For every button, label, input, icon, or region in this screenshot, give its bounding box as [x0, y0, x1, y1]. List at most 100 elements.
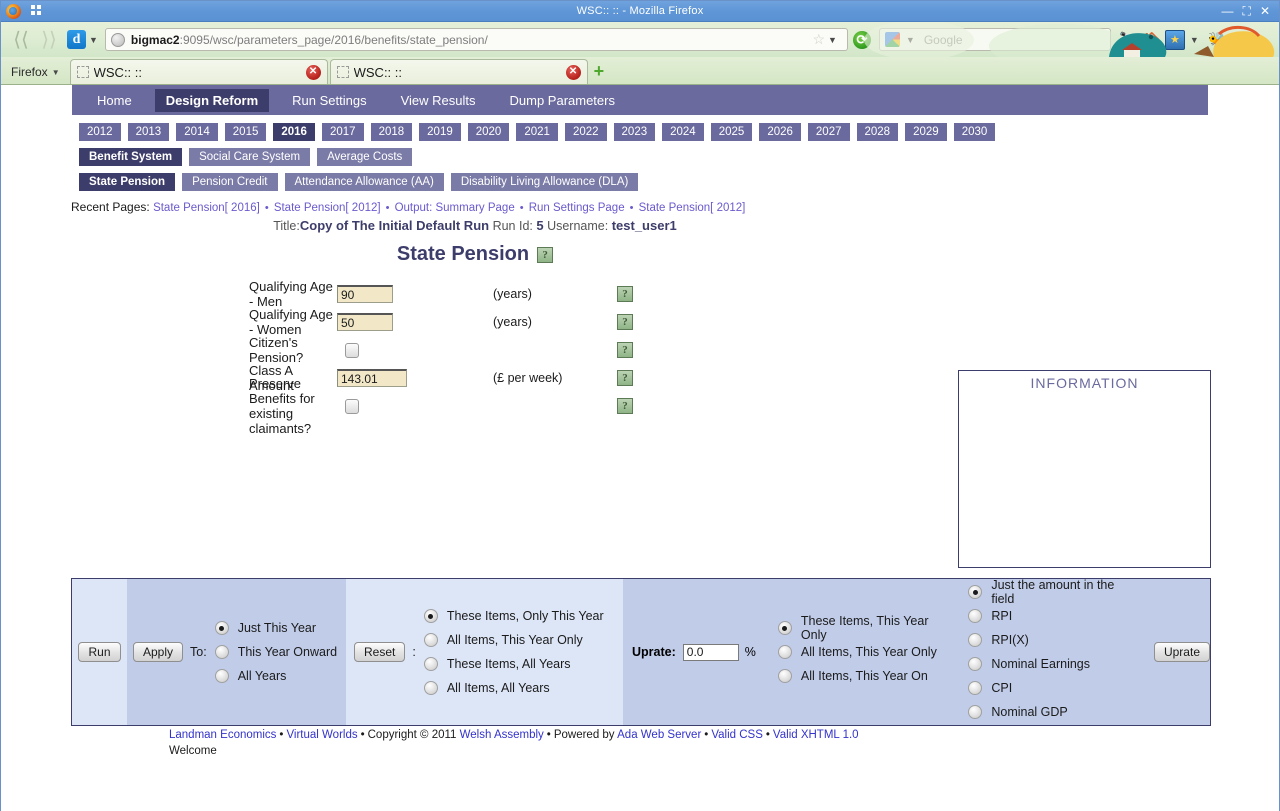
year-tab-2017[interactable]: 2017: [321, 123, 364, 141]
forward-arrow-icon[interactable]: ⟩⟩: [36, 27, 62, 52]
year-tab-2019[interactable]: 2019: [419, 123, 461, 141]
uprate-scope-option[interactable]: All Items, This Year On: [777, 664, 944, 688]
new-tab-button[interactable]: +: [594, 61, 605, 84]
radio-button[interactable]: [423, 609, 438, 623]
radio-button[interactable]: [423, 681, 438, 695]
system-tab-average-costs[interactable]: Average Costs: [317, 148, 413, 166]
url-bar[interactable]: bigmac2:9095/wsc/parameters_page/2016/be…: [104, 28, 848, 51]
radio-button[interactable]: [968, 585, 983, 599]
footer-link-welsh-assembly[interactable]: Welsh Assembly: [460, 729, 544, 741]
year-tab-2023[interactable]: 2023: [613, 123, 656, 141]
main-nav-item-home[interactable]: Home: [86, 89, 143, 112]
reset-scope-option[interactable]: All Items, This Year Only: [423, 628, 604, 652]
recent-page-link[interactable]: State Pension[ 2012]: [639, 202, 746, 214]
uprate-index-option[interactable]: Just the amount in the field: [968, 578, 1128, 606]
radio-button[interactable]: [214, 645, 229, 659]
uprate-scope-option[interactable]: These Items, This Year Only: [777, 614, 944, 642]
radio-button[interactable]: [968, 609, 983, 623]
year-tab-2015[interactable]: 2015: [224, 123, 267, 141]
help-icon[interactable]: ?: [617, 370, 633, 386]
main-nav-item-run-settings[interactable]: Run Settings: [281, 89, 377, 112]
urlbar-chevron-down-icon[interactable]: ▼: [828, 35, 837, 45]
recent-page-link[interactable]: Run Settings Page: [529, 202, 625, 214]
footer-link-virtual-worlds[interactable]: Virtual Worlds: [286, 729, 357, 741]
benefit-tab-state-pension[interactable]: State Pension: [79, 173, 176, 191]
apply-button[interactable]: Apply: [133, 642, 184, 662]
year-tab-2027[interactable]: 2027: [807, 123, 850, 141]
firefox-menu-button[interactable]: Firefox ▼: [3, 65, 70, 84]
year-tab-2016[interactable]: 2016: [273, 123, 315, 141]
radio-button[interactable]: [777, 669, 792, 683]
year-tab-2020[interactable]: 2020: [467, 123, 510, 141]
radio-button[interactable]: [777, 645, 792, 659]
tab-close-icon[interactable]: ✕: [565, 64, 581, 80]
recent-page-link[interactable]: State Pension[ 2016]: [153, 202, 260, 214]
year-tab-2024[interactable]: 2024: [662, 123, 704, 141]
system-tab-benefit-system[interactable]: Benefit System: [79, 148, 183, 166]
radio-button[interactable]: [423, 657, 438, 671]
help-icon[interactable]: ?: [617, 342, 633, 358]
radio-button[interactable]: [423, 633, 438, 647]
apply-scope-option[interactable]: Just This Year: [214, 616, 337, 640]
radio-button[interactable]: [968, 633, 983, 647]
radio-button[interactable]: [214, 621, 229, 635]
footer-link-valid-css[interactable]: Valid CSS: [711, 729, 763, 741]
field-input-class-a-amount[interactable]: [337, 369, 407, 387]
maximize-icon[interactable]: ⛶: [1243, 5, 1251, 17]
help-icon[interactable]: ?: [537, 246, 554, 263]
radio-button[interactable]: [968, 657, 983, 671]
download-manager-icon[interactable]: d: [67, 30, 86, 49]
uprate-index-option[interactable]: Nominal GDP: [968, 700, 1128, 724]
home-icon[interactable]: 🏠: [1141, 29, 1163, 51]
year-tab-2026[interactable]: 2026: [759, 123, 801, 141]
uprate-index-option[interactable]: RPI: [968, 604, 1128, 628]
reset-button[interactable]: Reset: [354, 642, 406, 662]
search-input[interactable]: Google: [924, 33, 963, 47]
year-tab-2030[interactable]: 2030: [953, 123, 996, 141]
field-input-qualifying-age-men[interactable]: [337, 285, 393, 303]
year-tab-2018[interactable]: 2018: [370, 123, 413, 141]
field-checkbox-citizen-s-pension-[interactable]: [345, 342, 359, 358]
run-button[interactable]: Run: [78, 642, 121, 662]
apply-scope-option[interactable]: This Year Onward: [214, 640, 337, 664]
year-tab-2029[interactable]: 2029: [905, 123, 947, 141]
minimize-icon[interactable]: —: [1222, 5, 1234, 17]
uprate-index-option[interactable]: RPI(X): [968, 628, 1128, 652]
tab-close-icon[interactable]: ✕: [305, 64, 321, 80]
year-tab-2021[interactable]: 2021: [516, 123, 558, 141]
main-nav-item-dump-parameters[interactable]: Dump Parameters: [499, 89, 626, 112]
system-tab-social-care-system[interactable]: Social Care System: [189, 148, 311, 166]
reset-scope-option[interactable]: These Items, Only This Year: [423, 604, 604, 628]
uprate-scope-option[interactable]: All Items, This Year Only: [777, 640, 944, 664]
help-icon[interactable]: ?: [617, 314, 633, 330]
benefit-tab-attendance-allowance-aa-[interactable]: Attendance Allowance (AA): [284, 173, 444, 191]
radio-button[interactable]: [214, 669, 229, 683]
close-icon[interactable]: ✕: [1260, 5, 1270, 17]
radio-button[interactable]: [968, 705, 983, 719]
search-bar[interactable]: ▼ Google: [878, 28, 1111, 51]
reload-icon[interactable]: ⟳: [852, 30, 871, 49]
reset-scope-option[interactable]: All Items, All Years: [423, 676, 604, 700]
download-chevron-down-icon[interactable]: ▼: [89, 35, 98, 45]
bookmarks-icon[interactable]: ★: [1164, 29, 1185, 50]
addons-chevron-down-icon[interactable]: ▼: [1233, 35, 1242, 45]
back-arrow-icon[interactable]: ⟨⟨: [8, 27, 34, 52]
field-input-qualifying-age-women[interactable]: [337, 313, 393, 331]
main-nav-item-design-reform[interactable]: Design Reform: [154, 88, 270, 112]
help-icon[interactable]: ?: [617, 398, 633, 414]
year-tab-2022[interactable]: 2022: [564, 123, 607, 141]
radio-button[interactable]: [968, 681, 983, 695]
year-tab-2012[interactable]: 2012: [79, 123, 121, 141]
main-nav-item-view-results[interactable]: View Results: [390, 89, 487, 112]
radio-button[interactable]: [777, 621, 792, 635]
help-icon[interactable]: ?: [617, 286, 633, 302]
bookmarks-chevron-down-icon[interactable]: ▼: [1190, 35, 1199, 45]
year-tab-2025[interactable]: 2025: [710, 123, 753, 141]
search-engine-chevron-down-icon[interactable]: ▼: [906, 35, 915, 45]
uprate-input[interactable]: [682, 643, 739, 661]
reset-scope-option[interactable]: These Items, All Years: [423, 652, 604, 676]
footer-link-valid-xhtml[interactable]: Valid XHTML 1.0: [773, 729, 859, 741]
bookmark-star-icon[interactable]: ☆: [812, 31, 825, 48]
recent-page-link[interactable]: Output: Summary Page: [395, 202, 515, 214]
browser-tab-1[interactable]: WSC:: :: ✕: [69, 59, 328, 84]
